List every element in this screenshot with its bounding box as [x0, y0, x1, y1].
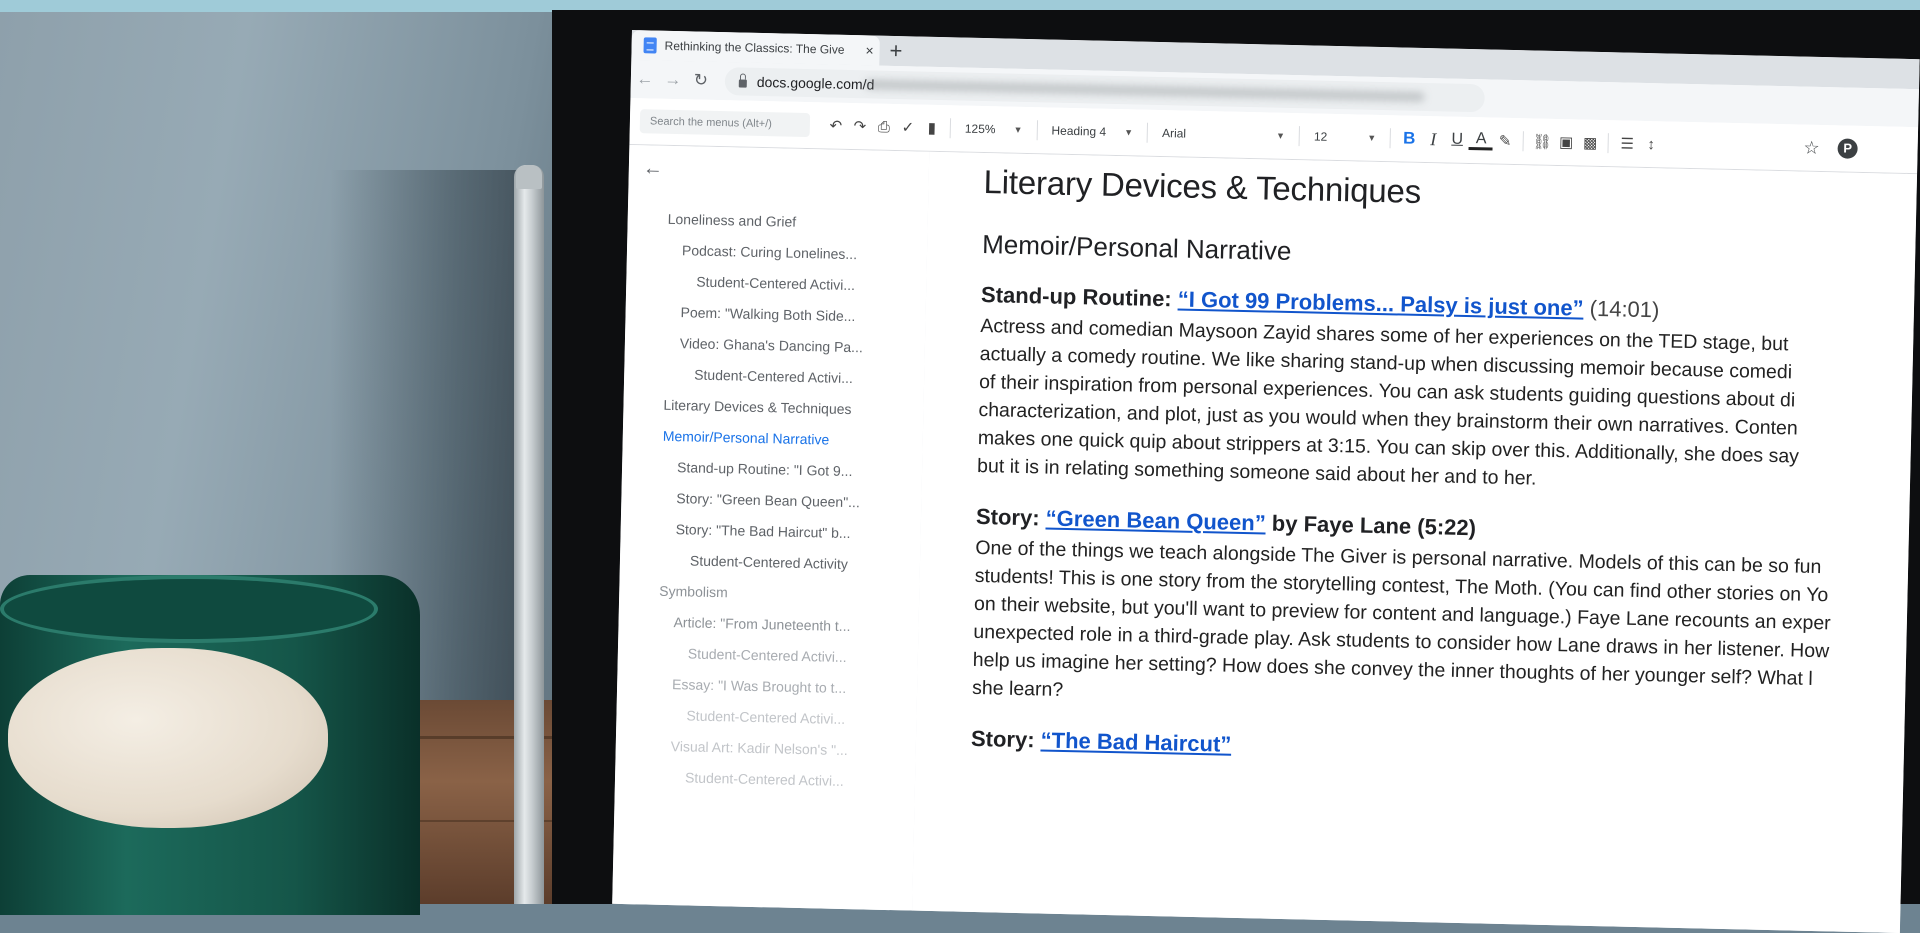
mug-rim: [0, 575, 378, 643]
document-body: Literary Devices & Techniques Memoir/Per…: [971, 163, 1920, 778]
document-sections: Stand-up Routine: “I Got 99 Problems... …: [971, 282, 1920, 774]
extension-icons: ☆ P: [1803, 137, 1858, 159]
undo-icon[interactable]: ↶: [824, 116, 848, 135]
redo-icon[interactable]: ↷: [848, 117, 872, 136]
paint-format-icon[interactable]: ▮: [920, 119, 944, 138]
google-docs-icon: [643, 37, 657, 54]
section-prefix: Stand-up Routine:: [980, 281, 1179, 312]
chevron-down-icon: ▼: [1124, 127, 1134, 138]
section-link[interactable]: “The Bad Haircut”: [1040, 727, 1231, 756]
spellcheck-icon[interactable]: ✓: [896, 118, 920, 137]
font-select[interactable]: Arial ▼: [1154, 126, 1293, 143]
print-icon[interactable]: ⎙: [872, 118, 896, 136]
text-color-button[interactable]: A: [1468, 130, 1494, 151]
star-icon[interactable]: ☆: [1803, 137, 1820, 158]
style-select[interactable]: Heading 4 ▼: [1043, 123, 1141, 139]
section-paragraph: Actress and comedian Maysoon Zayid share…: [977, 312, 1920, 502]
blurred-url: [864, 79, 1425, 102]
toolbar-separator: [949, 118, 952, 139]
document-page[interactable]: Literary Devices & Techniques Memoir/Per…: [912, 151, 1920, 933]
chevron-down-icon: ▼: [1367, 132, 1377, 143]
lock-icon: [738, 79, 747, 88]
close-tab-icon[interactable]: ×: [859, 42, 879, 58]
coffee-milk: [8, 648, 328, 828]
chevron-down-icon: ▼: [1275, 130, 1286, 141]
heading-title: Literary Devices & Techniques: [983, 163, 1422, 210]
line-spacing-icon[interactable]: ↕: [1639, 135, 1663, 153]
section-heading: Story: “The Bad Haircut”: [971, 726, 1920, 774]
section-link[interactable]: “I Got 99 Problems... Palsy is just one”: [1178, 286, 1584, 320]
font-size-select[interactable]: 12 ▼: [1306, 129, 1385, 145]
url-text: docs.google.com/d: [756, 73, 875, 93]
comment-icon[interactable]: ▣: [1554, 133, 1578, 152]
style-value: Heading 4: [1051, 123, 1107, 139]
menu-search-input[interactable]: Search the menus (Alt+/): [639, 109, 811, 138]
reload-icon[interactable]: ↻: [687, 70, 715, 91]
toolbar-separator: [1389, 128, 1392, 149]
pinterest-icon[interactable]: P: [1837, 137, 1858, 159]
zoom-select[interactable]: 125% ▼: [957, 121, 1031, 137]
toolbar-separator: [1036, 120, 1038, 141]
stylus-pen: [514, 165, 544, 904]
new-tab-button[interactable]: +: [889, 38, 902, 63]
section-duration: (14:01): [1583, 295, 1660, 323]
outline-list: Loneliness and Grief Podcast: Curing Lone…: [615, 203, 928, 799]
heading-subtitle: Memoir/Personal Narrative: [981, 229, 1292, 267]
chevron-down-icon: ▼: [1013, 124, 1023, 135]
align-icon[interactable]: ☰: [1615, 134, 1639, 153]
image-icon[interactable]: ▩: [1578, 133, 1602, 152]
section-prefix: Story:: [975, 503, 1047, 531]
tab-title: Rethinking the Classics: The Give: [664, 38, 845, 57]
zoom-value: 125%: [964, 121, 996, 137]
section-prefix: Story:: [970, 725, 1041, 753]
link-icon[interactable]: ⛓: [1530, 132, 1554, 151]
toolbar-separator: [1522, 131, 1525, 152]
laptop-screen: Rethinking the Classics: The Give × + ← …: [612, 30, 1920, 933]
toolbar-separator: [1146, 122, 1149, 143]
font-value: Arial: [1161, 126, 1187, 141]
document-outline: ← Loneliness and Grief Podcast: Curing Lo…: [612, 144, 930, 912]
outline-item[interactable]: Student-Centered Activi...: [615, 761, 916, 799]
underline-button[interactable]: U: [1445, 130, 1469, 149]
section-paragraph: One of the things we teach alongside The…: [972, 534, 1920, 724]
italic-button[interactable]: I: [1421, 128, 1445, 150]
back-icon[interactable]: ←: [631, 69, 659, 90]
forward-icon[interactable]: →: [659, 70, 687, 91]
section-suffix: by Faye Lane (5:22): [1265, 510, 1477, 541]
toolbar-separator: [1607, 133, 1610, 154]
close-outline-icon[interactable]: ←: [643, 157, 663, 180]
toolbar-separator: [1298, 126, 1301, 147]
section-link[interactable]: “Green Bean Queen”: [1045, 506, 1266, 536]
bold-button[interactable]: B: [1397, 128, 1421, 149]
font-size-value: 12: [1313, 129, 1328, 144]
stylus-cap: [516, 165, 542, 189]
highlight-icon[interactable]: ✎: [1493, 132, 1517, 151]
